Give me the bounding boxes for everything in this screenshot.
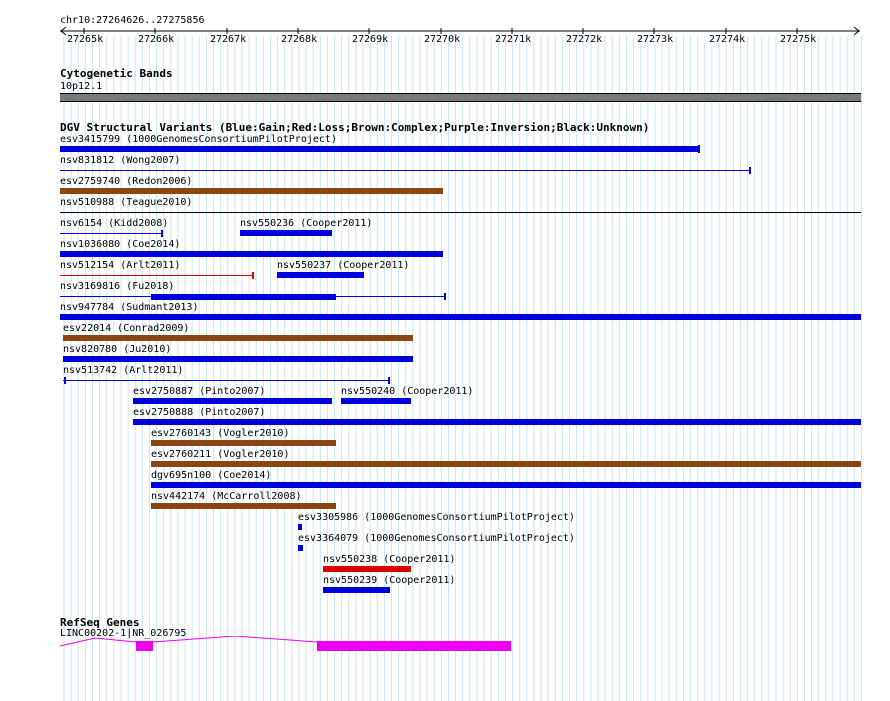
variant-label[interactable]: esv22014 (Conrad2009) (63, 323, 189, 335)
variant-label[interactable]: esv3305986 (1000GenomesConsortiumPilotPr… (298, 512, 575, 524)
ruler-tick-label: 27266k (138, 34, 175, 45)
variant-feature[interactable] (341, 398, 411, 404)
variant-feature[interactable] (133, 419, 861, 425)
variant-feature[interactable] (151, 482, 861, 488)
exon-block (317, 641, 511, 651)
variant-label[interactable]: nsv550236 (Cooper2011) (240, 218, 372, 230)
variant-feature[interactable] (323, 566, 411, 572)
intron-line (59, 637, 137, 647)
exon-block (136, 641, 153, 651)
variant-end-tick (252, 272, 254, 279)
variant-label[interactable]: nsv550240 (Cooper2011) (341, 386, 473, 398)
variant-label[interactable]: dgv695n100 (Coe2014) (151, 470, 271, 482)
variant-feature[interactable] (277, 272, 364, 278)
variant-end-tick (749, 167, 751, 174)
variant-feature[interactable] (151, 461, 861, 467)
variant-label[interactable]: esv2750887 (Pinto2007) (133, 386, 265, 398)
variant-label[interactable]: nsv442174 (McCarroll2008) (151, 491, 302, 503)
ruler-tick-label: 27273k (637, 34, 674, 45)
ruler-tick-label: 27274k (709, 34, 746, 45)
variant-label[interactable]: nsv512154 (Arlt2011) (60, 260, 180, 272)
variant-feature[interactable] (63, 356, 413, 362)
variant-feature[interactable] (151, 440, 336, 446)
variant-feature[interactable] (133, 398, 332, 404)
cytoband-label: 10p12.1 (60, 81, 103, 92)
variant-label[interactable]: nsv513742 (Arlt2011) (63, 365, 183, 377)
variant-feature[interactable] (151, 503, 336, 509)
variant-end-tick (698, 145, 700, 153)
variant-feature[interactable] (60, 188, 443, 194)
variant-feature[interactable] (60, 233, 161, 234)
ruler-tick-label: 27275k (780, 34, 817, 45)
variant-label[interactable]: nsv6154 (Kidd2008) (60, 218, 168, 230)
variant-label[interactable]: esv3364079 (1000GenomesConsortiumPilotPr… (298, 533, 575, 545)
variant-label[interactable]: nsv550239 (Cooper2011) (323, 575, 455, 587)
variant-feature[interactable] (60, 275, 252, 276)
cytoband-track-title: Cytogenetic Bands (60, 67, 173, 80)
variant-end-tick (388, 377, 390, 384)
ruler-tick-label: 27265k (67, 34, 104, 45)
dgv-track-title: DGV Structural Variants (Blue:Gain;Red:L… (60, 121, 650, 134)
ruler-tick-label: 27272k (566, 34, 603, 45)
variant-feature[interactable] (60, 146, 698, 152)
variant-label[interactable]: nsv1036080 (Coe2014) (60, 239, 180, 251)
ruler-tick-label: 27267k (210, 34, 247, 45)
dgv-separator (60, 212, 861, 213)
variant-feature[interactable] (63, 380, 388, 381)
variant-label[interactable]: esv2759740 (Redon2006) (60, 176, 192, 188)
ruler-tick-label: 27268k (281, 34, 318, 45)
variant-feature[interactable] (298, 524, 302, 530)
variant-label[interactable]: nsv550237 (Cooper2011) (277, 260, 409, 272)
variant-feature[interactable] (60, 251, 443, 257)
variant-end-tick (64, 377, 66, 384)
variant-thick-segment[interactable] (151, 294, 336, 300)
ruler-tick-label: 27270k (424, 34, 461, 45)
variant-label[interactable]: nsv820780 (Ju2010) (63, 344, 171, 356)
genome-browser-view: chr10:27264626..27275856 27265k 27266k 272… (0, 0, 890, 701)
variant-feature[interactable] (323, 587, 390, 593)
refseq-gene-model[interactable] (0, 636, 890, 656)
variant-feature[interactable] (298, 545, 303, 551)
ruler-tick-label: 27271k (495, 34, 532, 45)
variant-label[interactable]: nsv550238 (Cooper2011) (323, 554, 455, 566)
variant-end-tick (444, 293, 446, 300)
variant-feature[interactable] (63, 335, 413, 341)
variant-feature[interactable] (60, 170, 749, 171)
variant-feature[interactable] (240, 230, 332, 236)
intron-line (152, 636, 318, 643)
variant-end-tick (161, 230, 163, 237)
variant-feature[interactable] (60, 314, 861, 320)
cytoband-bar[interactable] (60, 93, 861, 102)
variant-label[interactable]: esv3415799 (1000GenomesConsortiumPilotPr… (60, 134, 337, 146)
variant-label[interactable]: esv2750888 (Pinto2007) (133, 407, 265, 419)
variant-label[interactable]: nsv510988 (Teague2010) (60, 197, 192, 209)
variant-label[interactable]: nsv3169816 (Fu2018) (60, 281, 174, 293)
variant-label[interactable]: nsv831812 (Wong2007) (60, 155, 180, 167)
variant-label[interactable]: nsv947784 (Sudmant2013) (60, 302, 198, 314)
variant-label[interactable]: esv2760143 (Vogler2010) (151, 428, 289, 440)
variant-label[interactable]: esv2760211 (Vogler2010) (151, 449, 289, 461)
ruler-tick-label: 27269k (352, 34, 389, 45)
